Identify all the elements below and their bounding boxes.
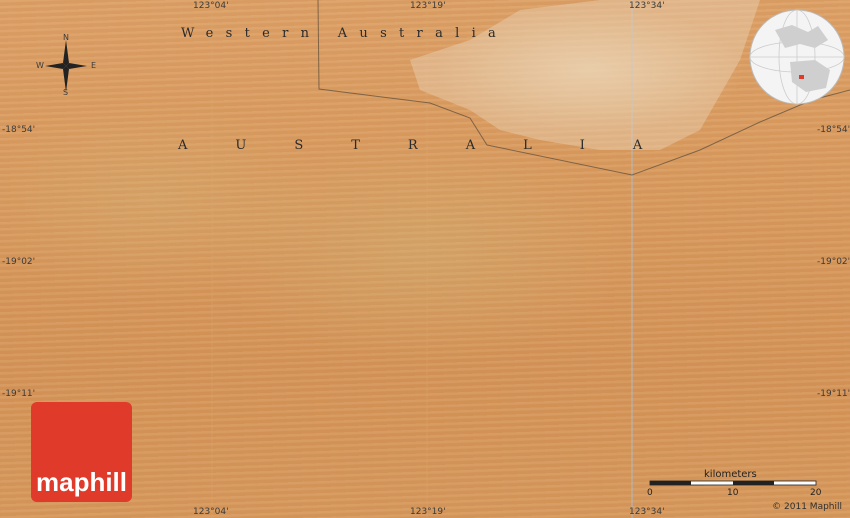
lon-bottom-2: 123°19' bbox=[410, 507, 446, 517]
lat-left-3: -19°11' bbox=[2, 389, 36, 399]
scale-tick-10: 10 bbox=[727, 488, 739, 498]
scale-bar bbox=[649, 480, 817, 486]
lon-bottom-1: 123°04' bbox=[193, 507, 229, 517]
lat-right-3: -19°11' bbox=[817, 389, 850, 399]
maphill-logo[interactable]: maphill bbox=[31, 402, 132, 502]
compass-west: W bbox=[36, 61, 44, 70]
scale-tick-0: 0 bbox=[647, 488, 653, 498]
rocky-terrain bbox=[410, 0, 760, 150]
lon-top-1: 123°04' bbox=[193, 1, 229, 11]
scale-tick-20: 20 bbox=[810, 488, 822, 498]
map-view[interactable]: N S W E Western Australia AUSTRALIA 123°… bbox=[0, 0, 850, 518]
compass-south: S bbox=[63, 88, 69, 97]
lat-left-1: -18°54' bbox=[2, 125, 36, 135]
lat-left-2: -19°02' bbox=[2, 257, 36, 267]
compass-rose bbox=[45, 40, 87, 92]
compass-east: E bbox=[91, 61, 97, 70]
copyright-text: © 2011 Maphill bbox=[772, 502, 842, 512]
lon-top-2: 123°19' bbox=[410, 1, 446, 11]
lat-right-1: -18°54' bbox=[817, 125, 850, 135]
lon-top-3: 123°34' bbox=[629, 1, 665, 11]
compass-north: N bbox=[63, 33, 69, 42]
country-label: AUSTRALIA bbox=[178, 138, 691, 153]
location-marker bbox=[799, 75, 804, 79]
region-label: Western Australia bbox=[181, 26, 509, 41]
lon-bottom-3: 123°34' bbox=[629, 507, 665, 517]
locator-globe bbox=[749, 9, 845, 105]
logo-text: maphill bbox=[35, 467, 127, 497]
lat-right-2: -19°02' bbox=[817, 257, 850, 267]
scale-title: kilometers bbox=[704, 469, 757, 480]
